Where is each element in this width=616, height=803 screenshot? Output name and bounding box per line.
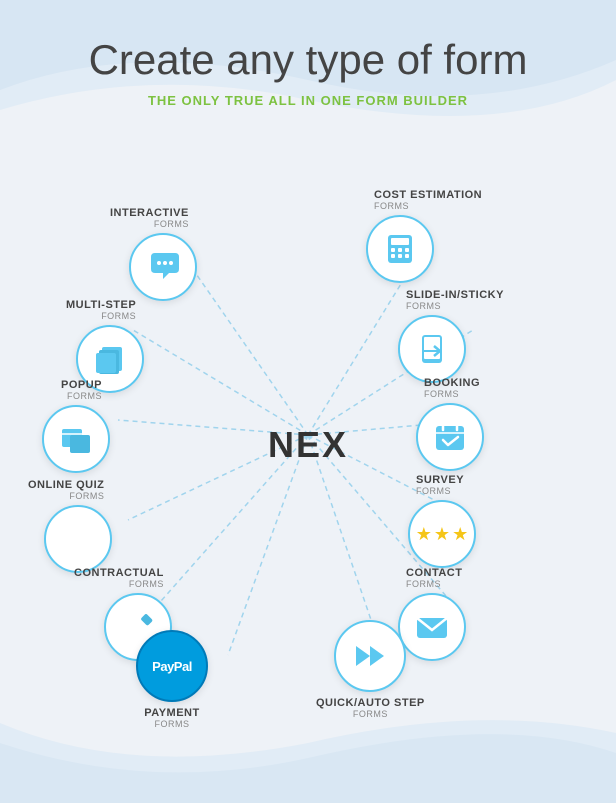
contractual-sub: FORMS xyxy=(74,579,164,589)
popup-icon xyxy=(58,421,94,457)
star-1: ★ xyxy=(416,524,432,545)
cost-estimation-label: COST ESTIMATION xyxy=(374,189,482,201)
layers-icon xyxy=(92,341,128,377)
interactive-label: INTERACTIVE xyxy=(110,207,189,219)
survey-sub: FORMS xyxy=(416,486,464,496)
node-slide-sticky: SLIDE-IN/STICKY FORMS xyxy=(398,285,504,383)
payment-label: PAYMENT xyxy=(144,707,199,719)
slide-sticky-label: SLIDE-IN/STICKY xyxy=(406,289,504,301)
multi-step-label: MULTI-STEP xyxy=(66,299,136,311)
survey-label: SURVEY xyxy=(416,474,464,486)
online-quiz-sub: FORMS xyxy=(28,491,104,501)
node-survey: SURVEY FORMS ★ ★ ★ xyxy=(408,470,476,568)
node-popup: POPUP FORMS xyxy=(42,375,110,473)
nex-logo: NEX xyxy=(253,415,363,475)
main-content: Create any type of form THE ONLY TRUE AL… xyxy=(0,0,616,108)
contact-label: CONTACT xyxy=(406,567,462,579)
page-container: Create any type of form THE ONLY TRUE AL… xyxy=(0,0,616,803)
calendar-icon xyxy=(432,419,468,455)
chat-icon xyxy=(145,249,181,285)
survey-icon-circle: ★ ★ ★ xyxy=(408,500,476,568)
multi-step-sub: FORMS xyxy=(66,311,136,321)
interactive-icon-circle xyxy=(129,233,197,301)
paypal-text: PayPal xyxy=(152,659,192,674)
node-booking: BOOKING FORMS xyxy=(416,373,484,471)
payment-sub: FORMS xyxy=(144,719,199,729)
cost-estimation-icon-circle xyxy=(366,215,434,283)
calculator-icon xyxy=(382,231,418,267)
slide-sticky-sub: FORMS xyxy=(406,301,504,311)
node-payment: PayPal PAYMENT FORMS xyxy=(136,630,208,729)
contact-sub: FORMS xyxy=(406,579,462,589)
interactive-sub: FORMS xyxy=(110,219,189,229)
popup-sub: FORMS xyxy=(61,391,102,401)
page-subtitle: THE ONLY TRUE ALL IN ONE FORM BUILDER xyxy=(0,93,616,108)
list-check-icon xyxy=(60,521,96,557)
star-2: ★ xyxy=(434,524,450,545)
quick-auto-icon-circle xyxy=(334,620,406,692)
payment-icon-circle: PayPal xyxy=(136,630,208,702)
booking-icon-circle xyxy=(416,403,484,471)
popup-label: POPUP xyxy=(61,379,102,391)
stars-display: ★ ★ ★ xyxy=(416,524,468,545)
online-quiz-label: ONLINE QUIZ xyxy=(28,479,104,491)
fast-forward-icon xyxy=(352,638,388,674)
diagram: .dash-line { stroke: #a0d4ed; stroke-wid… xyxy=(28,155,588,735)
node-quick-auto: QUICK/AUTO STEP FORMS xyxy=(316,620,425,719)
node-interactive: INTERACTIVE FORMS xyxy=(110,207,197,301)
star-3: ★ xyxy=(452,524,468,545)
tablet-icon xyxy=(414,331,450,367)
booking-sub: FORMS xyxy=(424,389,480,399)
page-title: Create any type of form xyxy=(0,0,616,85)
node-online-quiz: ONLINE QUIZ FORMS xyxy=(28,475,112,573)
popup-icon-circle xyxy=(42,405,110,473)
contractual-label: CONTRACTUAL xyxy=(74,567,164,579)
cost-estimation-sub: FORMS xyxy=(374,201,482,211)
quick-auto-sub: FORMS xyxy=(316,709,425,719)
booking-label: BOOKING xyxy=(424,377,480,389)
quick-auto-label: QUICK/AUTO STEP xyxy=(316,697,425,709)
node-cost-estimation: COST ESTIMATION FORMS xyxy=(366,185,482,283)
